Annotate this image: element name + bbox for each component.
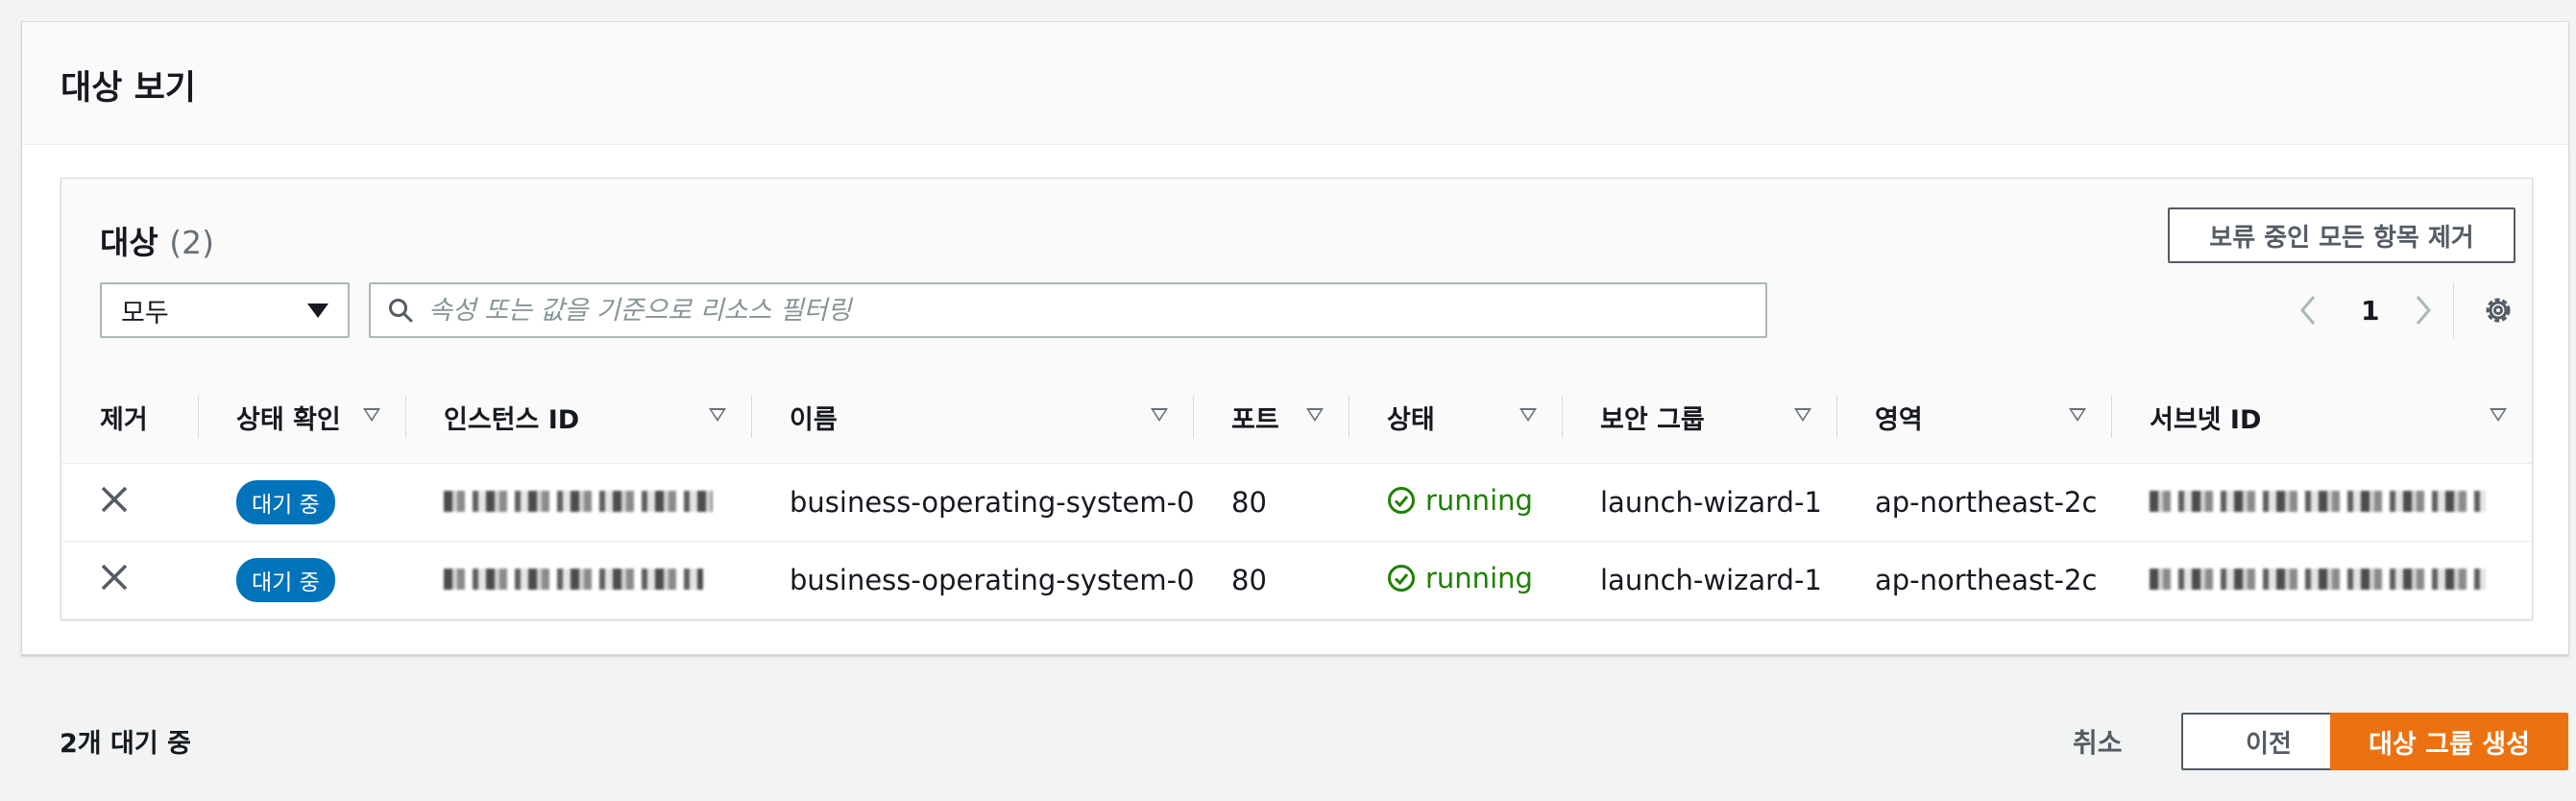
targets-table-container: 대상 (2) 보류 중인 모든 항목 제거 모두 속성 또는 값을 기준으로 리… [61, 178, 2533, 619]
pager-divider [2453, 282, 2454, 338]
zone-cell: ap-northeast-2c [1836, 541, 2111, 619]
sort-icon [1794, 408, 1811, 422]
sort-icon [1151, 408, 1168, 422]
sort-icon [363, 408, 380, 422]
preferences-button[interactable] [2482, 280, 2515, 340]
cancel-button[interactable]: 취소 [2073, 722, 2123, 761]
column-header-port[interactable]: 포트 [1193, 371, 1349, 464]
sort-icon [1519, 408, 1537, 422]
table-header-row: 제거 상태 확인 인스턴스 ID 이름 포트 상태 보안 그룹 영역 서브넷 I… [61, 371, 2532, 464]
panel-header: 대상 보기 [22, 22, 2568, 145]
redacted-subnet-id [2150, 569, 2486, 590]
create-target-group-button[interactable]: 대상 그룹 생성 [2330, 713, 2568, 770]
targets-heading: 대상 (2) [100, 217, 214, 263]
sort-icon [2490, 408, 2507, 422]
search-icon [389, 299, 413, 323]
remove-cell [61, 541, 198, 619]
state-text: running [1425, 561, 1533, 595]
check-circle-icon [1388, 564, 1415, 592]
column-header-subnet-id[interactable]: 서브넷 ID [2111, 371, 2532, 464]
security-group-cell: launch-wizard-1 [1562, 463, 1836, 542]
pending-status-text: 2개 대기 중 [60, 729, 191, 759]
redacted-instance-id [444, 491, 713, 512]
page-number[interactable]: 1 [2361, 280, 2379, 340]
redacted-instance-id [444, 569, 703, 590]
state-cell: running [1349, 463, 1562, 542]
column-header-zone[interactable]: 영역 [1836, 371, 2111, 464]
table-row: 대기 중 business-operating-system-01 80 run… [61, 463, 2532, 542]
state-cell: running [1349, 541, 1562, 619]
redacted-subnet-id [2150, 491, 2486, 512]
next-page-button[interactable] [2413, 280, 2434, 340]
chevron-right-icon [2416, 296, 2431, 325]
column-header-name[interactable]: 이름 [751, 371, 1193, 464]
sort-icon [1306, 408, 1324, 422]
targets-count: (2) [169, 224, 214, 261]
health-cell: 대기 중 [198, 541, 405, 619]
name-cell: business-operating-system-01 [751, 463, 1193, 542]
filter-select[interactable]: 모두 [100, 282, 350, 338]
check-circle-icon [1388, 486, 1415, 514]
search-field[interactable] [369, 282, 1767, 338]
column-header-remove: 제거 [61, 371, 198, 464]
port-cell: 80 [1193, 541, 1349, 619]
panel-title: 대상 보기 [61, 69, 196, 108]
caret-down-icon [307, 303, 328, 318]
previous-page-button[interactable] [2297, 280, 2319, 340]
subnet-id-cell [2111, 463, 2532, 542]
zone-cell: ap-northeast-2c [1836, 463, 2111, 542]
security-group-cell: launch-wizard-1 [1562, 541, 1836, 619]
table-row: 대기 중 business-operating-system-02 80 run… [61, 541, 2532, 619]
state-text: running [1425, 483, 1533, 517]
sort-icon [709, 408, 726, 422]
search-input[interactable] [426, 294, 1679, 327]
subnet-id-cell [2111, 541, 2532, 619]
column-header-state[interactable]: 상태 [1349, 371, 1562, 464]
status-badge: 대기 중 [236, 558, 335, 602]
health-cell: 대기 중 [198, 463, 405, 542]
close-icon[interactable] [100, 563, 129, 592]
targets-title: 대상 [100, 224, 158, 261]
close-icon[interactable] [100, 485, 129, 514]
remove-all-pending-button[interactable]: 보류 중인 모든 항목 제거 [2168, 207, 2515, 263]
instance-id-cell [405, 463, 751, 542]
column-header-instance-id[interactable]: 인스턴스 ID [405, 371, 751, 464]
status-badge: 대기 중 [236, 480, 335, 524]
targets-table: 제거 상태 확인 인스턴스 ID 이름 포트 상태 보안 그룹 영역 서브넷 I… [61, 371, 2532, 619]
current-page: 1 [2361, 294, 2380, 327]
column-header-health[interactable]: 상태 확인 [198, 371, 405, 464]
remove-cell [61, 463, 198, 542]
sort-icon [2069, 408, 2086, 422]
chevron-left-icon [2300, 296, 2316, 325]
instance-id-cell [405, 541, 751, 619]
filter-select-value: 모두 [121, 298, 169, 328]
settings-icon [2486, 298, 2511, 323]
name-cell: business-operating-system-02 [751, 541, 1193, 619]
column-header-security-group[interactable]: 보안 그룹 [1562, 371, 1836, 464]
review-targets-panel: 대상 보기 대상 (2) 보류 중인 모든 항목 제거 모두 속성 또는 값을 … [21, 21, 2569, 655]
port-cell: 80 [1193, 463, 1349, 542]
